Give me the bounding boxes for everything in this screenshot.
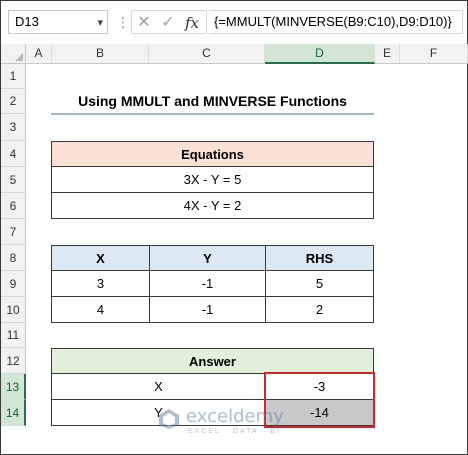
name-box[interactable]: D13 ▾ [8,10,108,34]
cancel-icon[interactable]: ✕ [134,13,154,33]
enter-check-icon[interactable]: ✓ [158,13,178,33]
row-header-5[interactable]: 5 [1,167,26,193]
table-cell[interactable]: -1 [149,270,266,297]
row-header-14[interactable]: 14 [1,400,26,426]
select-all-corner[interactable] [1,44,26,64]
table-cell[interactable]: 3 [51,270,150,297]
row-header-6[interactable]: 6 [1,193,26,219]
equations-header[interactable]: Equations [51,141,374,167]
column-header-a[interactable]: A [26,44,52,64]
more-options-icon[interactable]: ⋮ [116,13,130,31]
row-header-2[interactable]: 2 [1,89,26,114]
table-cell[interactable]: 5 [265,270,374,297]
sheet-title: Using MMULT and MINVERSE Functions [51,89,374,115]
answer-label-x[interactable]: X [51,373,266,400]
row-header-11[interactable]: 11 [1,323,26,348]
chevron-down-icon[interactable]: ▾ [97,12,103,34]
equation-cell[interactable]: 4X - Y = 2 [51,192,374,219]
answer-label-y[interactable]: Y [51,399,266,426]
insert-function-icon[interactable]: fx [182,13,202,33]
row-header-3[interactable]: 3 [1,114,26,141]
table-cell[interactable]: -1 [149,296,266,323]
formula-buttons: ✕ ✓ fx [131,10,207,34]
formula-bar: D13 ▾ ⋮ ✕ ✓ fx {=MMULT(MINVERSE(B9:C10),… [1,1,467,44]
answer-header[interactable]: Answer [51,348,374,374]
row-header-8[interactable]: 8 [1,245,26,271]
column-header-c[interactable]: C [149,44,265,64]
row-header-7[interactable]: 7 [1,219,26,245]
name-box-value: D13 [15,14,39,29]
table-cell[interactable]: 4 [51,296,150,323]
formula-input[interactable]: {=MMULT(MINVERSE(B9:C10),D9:D10)} [209,10,463,34]
table-header-y[interactable]: Y [149,245,266,271]
column-header-e[interactable]: E [375,44,400,64]
row-header-9[interactable]: 9 [1,271,26,297]
row-header-1[interactable]: 1 [1,64,26,89]
table-header-rhs[interactable]: RHS [265,245,374,271]
row-header-12[interactable]: 12 [1,348,26,374]
table-header-x[interactable]: X [51,245,150,271]
equation-cell[interactable]: 3X - Y = 5 [51,166,374,193]
table-cell[interactable]: 2 [265,296,374,323]
row-header-13[interactable]: 13 [1,374,26,400]
column-header-b[interactable]: B [52,44,149,64]
answer-value-x[interactable]: -3 [265,373,374,400]
column-header-f[interactable]: F [400,44,468,64]
row-header-4[interactable]: 4 [1,141,26,167]
answer-value-y[interactable]: -14 [265,399,374,426]
column-header-d[interactable]: D [265,44,375,64]
row-header-10[interactable]: 10 [1,297,26,323]
